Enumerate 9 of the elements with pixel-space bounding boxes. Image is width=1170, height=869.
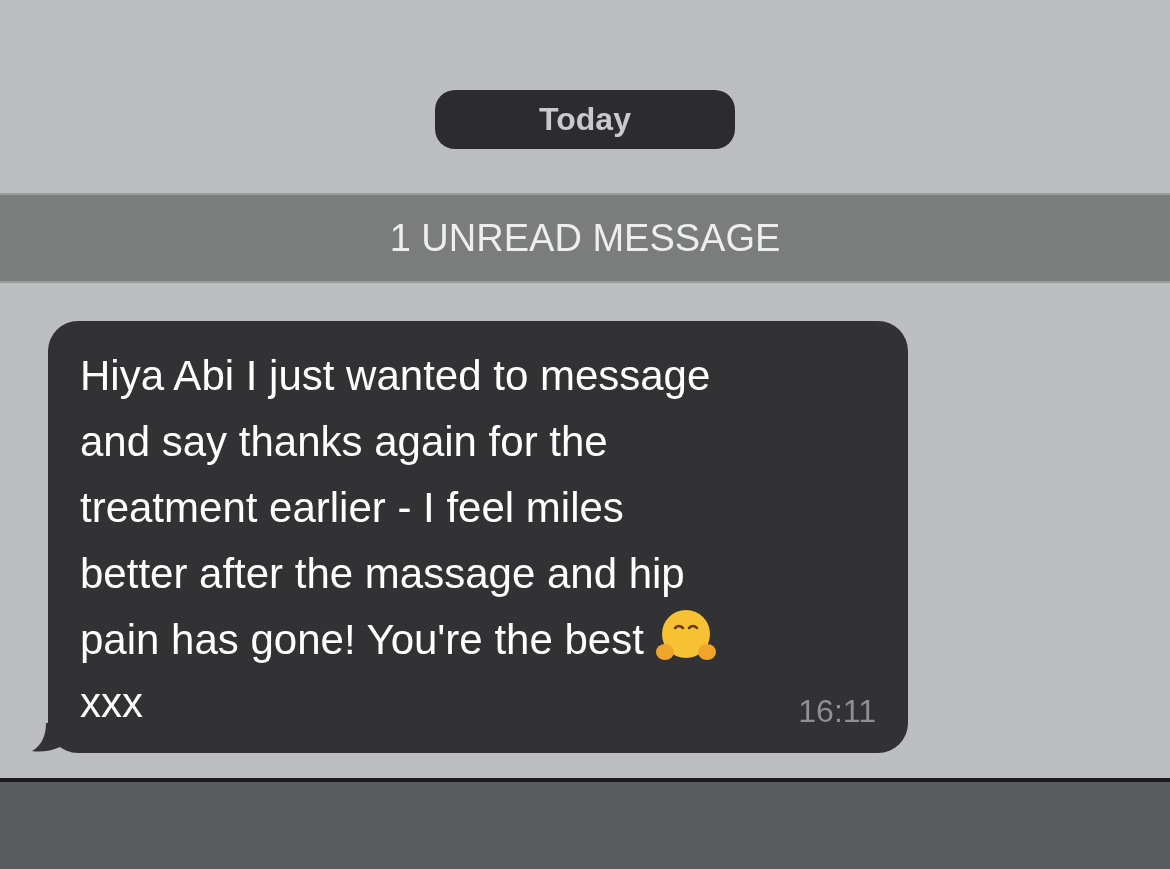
unread-banner: 1 UNREAD MESSAGE bbox=[0, 193, 1170, 283]
message-text: and say thanks again for the bbox=[80, 418, 608, 465]
message-text: better after the massage and hip bbox=[80, 550, 685, 597]
message-text: xxx bbox=[80, 678, 143, 728]
message-text: Hiya Abi I just wanted to message bbox=[80, 352, 711, 399]
message-text: pain has gone! You're the best bbox=[80, 616, 644, 663]
message-time: 16:11 bbox=[798, 692, 876, 731]
date-label: Today bbox=[435, 90, 735, 149]
message-text: treatment earlier - I feel miles bbox=[80, 484, 624, 531]
